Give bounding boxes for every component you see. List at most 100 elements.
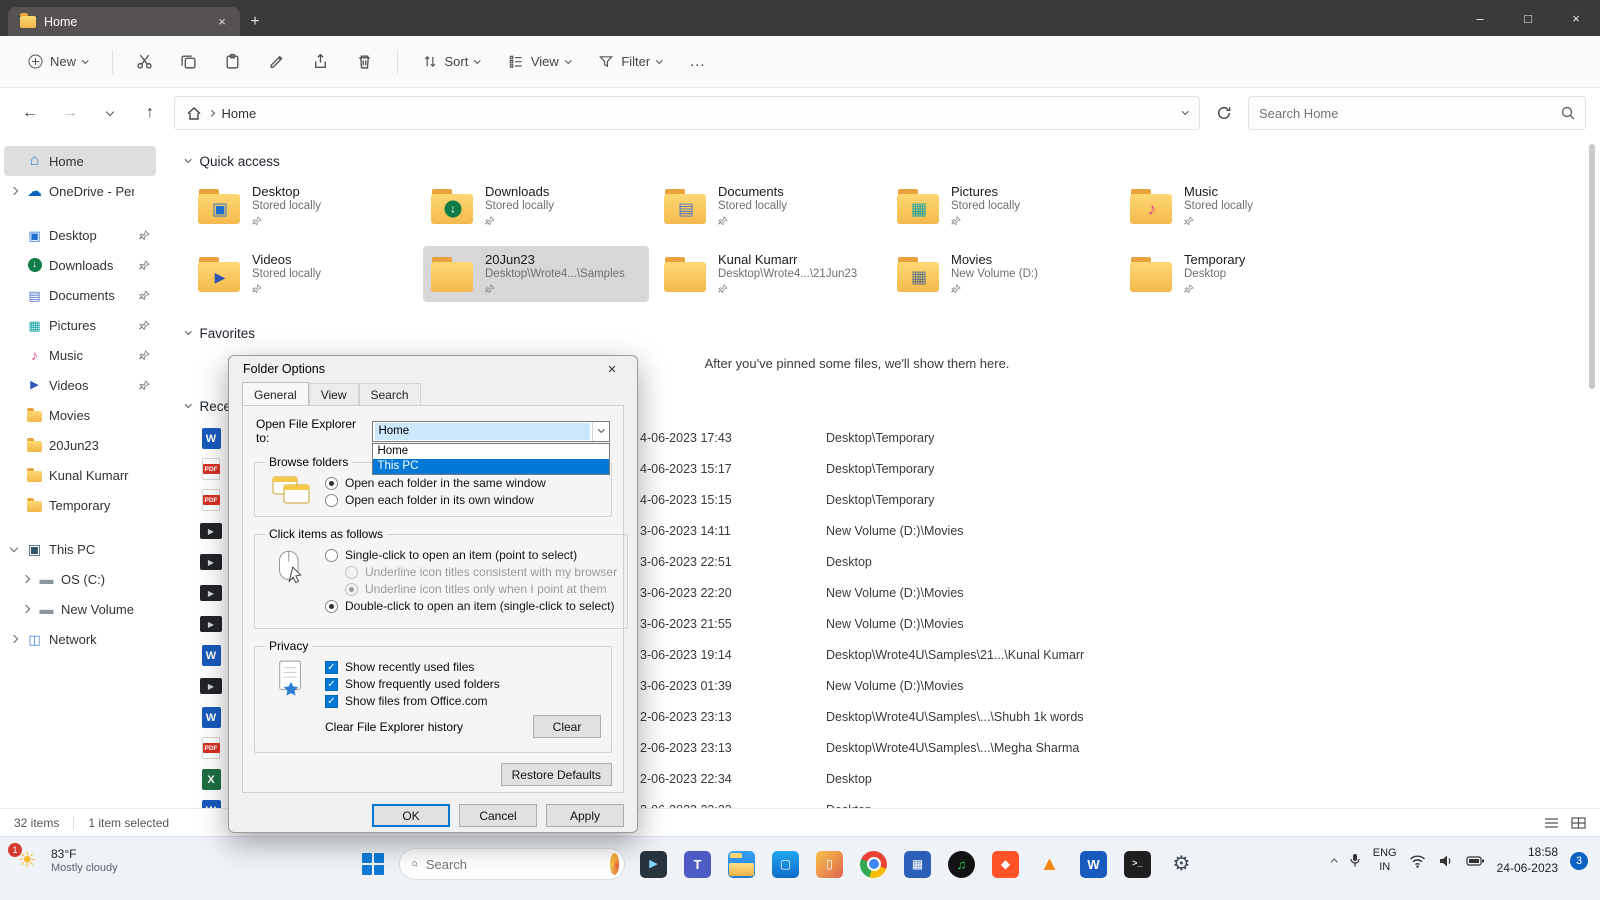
quick-access-tile[interactable]: Music Stored locally bbox=[1122, 178, 1348, 234]
dropdown-option[interactable]: This PC bbox=[373, 459, 609, 474]
favorites-header[interactable]: Favorites bbox=[186, 324, 1600, 342]
taskbar-app-icon[interactable] bbox=[728, 851, 755, 878]
sidebar-item[interactable]: Movies bbox=[4, 400, 156, 430]
sidebar-item[interactable]: Documents bbox=[4, 280, 156, 310]
radio-option[interactable]: Single-click to open an item (point to s… bbox=[325, 548, 617, 562]
sidebar-item[interactable]: Desktop bbox=[4, 220, 156, 250]
quick-access-tile[interactable]: Pictures Stored locally bbox=[889, 178, 1115, 234]
collapse-chevron-icon[interactable] bbox=[185, 401, 191, 407]
tab-close-icon[interactable]: × bbox=[212, 12, 232, 32]
radio-option[interactable]: Underline icon titles only when I point … bbox=[345, 582, 617, 596]
checkbox-option[interactable]: Show files from Office.com bbox=[325, 694, 601, 708]
copy-button[interactable] bbox=[171, 45, 207, 79]
search-box[interactable] bbox=[1248, 96, 1586, 130]
recent-locations-button[interactable] bbox=[94, 97, 126, 129]
quick-access-tile[interactable]: Videos Stored locally bbox=[190, 246, 416, 302]
search-highlights-icon[interactable] bbox=[610, 853, 619, 875]
sidebar-item[interactable]: Videos bbox=[4, 370, 156, 400]
expand-chevron-icon[interactable] bbox=[8, 259, 20, 271]
battery-icon[interactable] bbox=[1466, 855, 1485, 867]
forward-button[interactable]: → bbox=[54, 97, 86, 129]
taskbar-app-icon[interactable] bbox=[684, 851, 711, 878]
wifi-icon[interactable] bbox=[1409, 854, 1426, 868]
rename-button[interactable] bbox=[259, 45, 295, 79]
expand-chevron-icon[interactable] bbox=[8, 633, 20, 645]
taskbar-search[interactable] bbox=[399, 848, 625, 880]
up-button[interactable]: ↑ bbox=[134, 97, 166, 129]
filter-button[interactable]: Filter bbox=[588, 47, 671, 76]
minimize-button[interactable]: – bbox=[1456, 0, 1504, 36]
expand-chevron-icon[interactable] bbox=[8, 349, 20, 361]
address-box[interactable]: Home bbox=[174, 96, 1200, 130]
expand-chevron-icon[interactable] bbox=[8, 469, 20, 481]
taskbar-app-icon[interactable] bbox=[860, 851, 887, 878]
back-button[interactable]: ← bbox=[14, 97, 46, 129]
address-dropdown-icon[interactable] bbox=[1182, 108, 1188, 114]
taskbar-app-icon[interactable] bbox=[1124, 851, 1151, 878]
collapse-chevron-icon[interactable] bbox=[185, 328, 191, 334]
clear-button[interactable]: Clear bbox=[533, 715, 601, 738]
taskbar-app-icon[interactable] bbox=[1168, 851, 1195, 878]
cut-button[interactable] bbox=[127, 45, 163, 79]
taskbar-clock[interactable]: 18:58 24-06-2023 bbox=[1497, 845, 1558, 876]
vertical-scrollbar[interactable] bbox=[1586, 142, 1598, 804]
expand-chevron-icon[interactable] bbox=[8, 543, 20, 555]
taskbar-app-icon[interactable] bbox=[992, 851, 1019, 878]
sidebar-item[interactable]: New Volume (D:) bbox=[4, 594, 156, 624]
more-options-button[interactable]: … bbox=[680, 45, 716, 79]
quick-access-tile[interactable]: Movies New Volume (D:) bbox=[889, 246, 1115, 302]
radio-option[interactable]: Double-click to open an item (single-cli… bbox=[325, 599, 617, 613]
notification-count-badge[interactable]: 3 bbox=[1570, 852, 1588, 870]
expand-chevron-icon[interactable] bbox=[8, 499, 20, 511]
apply-button[interactable]: Apply bbox=[546, 804, 624, 827]
quick-access-tile[interactable]: Kunal Kumarr Desktop\Wrote4...\21Jun23 bbox=[656, 246, 882, 302]
checkbox-option[interactable]: Show recently used files bbox=[325, 660, 601, 674]
sidebar-item[interactable]: 20Jun23 bbox=[4, 430, 156, 460]
microphone-icon[interactable] bbox=[1349, 853, 1361, 868]
radio-option[interactable]: Underline icon titles consistent with my… bbox=[345, 565, 617, 579]
dropdown-option[interactable]: Home bbox=[373, 444, 609, 459]
start-button[interactable] bbox=[362, 853, 384, 875]
taskbar-app-icon[interactable] bbox=[1036, 851, 1063, 878]
ok-button[interactable]: OK bbox=[372, 804, 450, 827]
combobox-arrow[interactable] bbox=[592, 422, 609, 441]
view-button[interactable]: View bbox=[498, 47, 580, 76]
explorer-tab[interactable]: Home × bbox=[8, 7, 240, 36]
expand-chevron-icon[interactable] bbox=[8, 319, 20, 331]
language-indicator[interactable]: ENG IN bbox=[1373, 847, 1397, 873]
expand-chevron-icon[interactable] bbox=[20, 603, 32, 615]
expand-chevron-icon[interactable] bbox=[8, 439, 20, 451]
taskbar-app-icon[interactable] bbox=[816, 851, 843, 878]
delete-button[interactable] bbox=[347, 45, 383, 79]
sidebar-item[interactable]: Temporary bbox=[4, 490, 156, 520]
cancel-button[interactable]: Cancel bbox=[459, 804, 537, 827]
quick-access-tile[interactable]: Temporary Desktop bbox=[1122, 246, 1348, 302]
taskbar-app-icon[interactable] bbox=[772, 851, 799, 878]
sort-button[interactable]: Sort bbox=[412, 47, 490, 76]
hidden-icons-chevron[interactable] bbox=[1331, 859, 1337, 865]
taskbar-app-icon[interactable] bbox=[1080, 851, 1107, 878]
new-button[interactable]: New bbox=[18, 47, 98, 76]
new-tab-button[interactable]: + bbox=[240, 7, 270, 36]
details-view-icon[interactable] bbox=[1544, 817, 1559, 829]
open-to-combobox[interactable]: Home bbox=[372, 421, 610, 442]
sidebar-item[interactable]: Pictures bbox=[4, 310, 156, 340]
sidebar-item[interactable]: Music bbox=[4, 340, 156, 370]
quick-access-tile[interactable]: Downloads Stored locally bbox=[423, 178, 649, 234]
sidebar-item[interactable]: Downloads bbox=[4, 250, 156, 280]
expand-chevron-icon[interactable] bbox=[8, 185, 20, 197]
taskbar-app-icon[interactable] bbox=[640, 851, 667, 878]
quick-access-tile[interactable]: 20Jun23 Desktop\Wrote4...\Samples bbox=[423, 246, 649, 302]
expand-chevron-icon[interactable] bbox=[8, 289, 20, 301]
breadcrumb[interactable]: Home bbox=[222, 106, 257, 121]
expand-chevron-icon[interactable] bbox=[8, 155, 20, 167]
sidebar-item[interactable]: Network bbox=[4, 624, 156, 654]
expand-chevron-icon[interactable] bbox=[8, 379, 20, 391]
taskbar-app-icon[interactable] bbox=[948, 851, 975, 878]
dialog-close-button[interactable]: × bbox=[591, 356, 633, 382]
quick-access-tile[interactable]: Documents Stored locally bbox=[656, 178, 882, 234]
dialog-tab[interactable]: View bbox=[309, 383, 359, 406]
radio-option[interactable]: Open each folder in its own window bbox=[325, 493, 601, 507]
scrollbar-thumb[interactable] bbox=[1589, 144, 1595, 389]
checkbox-option[interactable]: Show frequently used folders bbox=[325, 677, 601, 691]
